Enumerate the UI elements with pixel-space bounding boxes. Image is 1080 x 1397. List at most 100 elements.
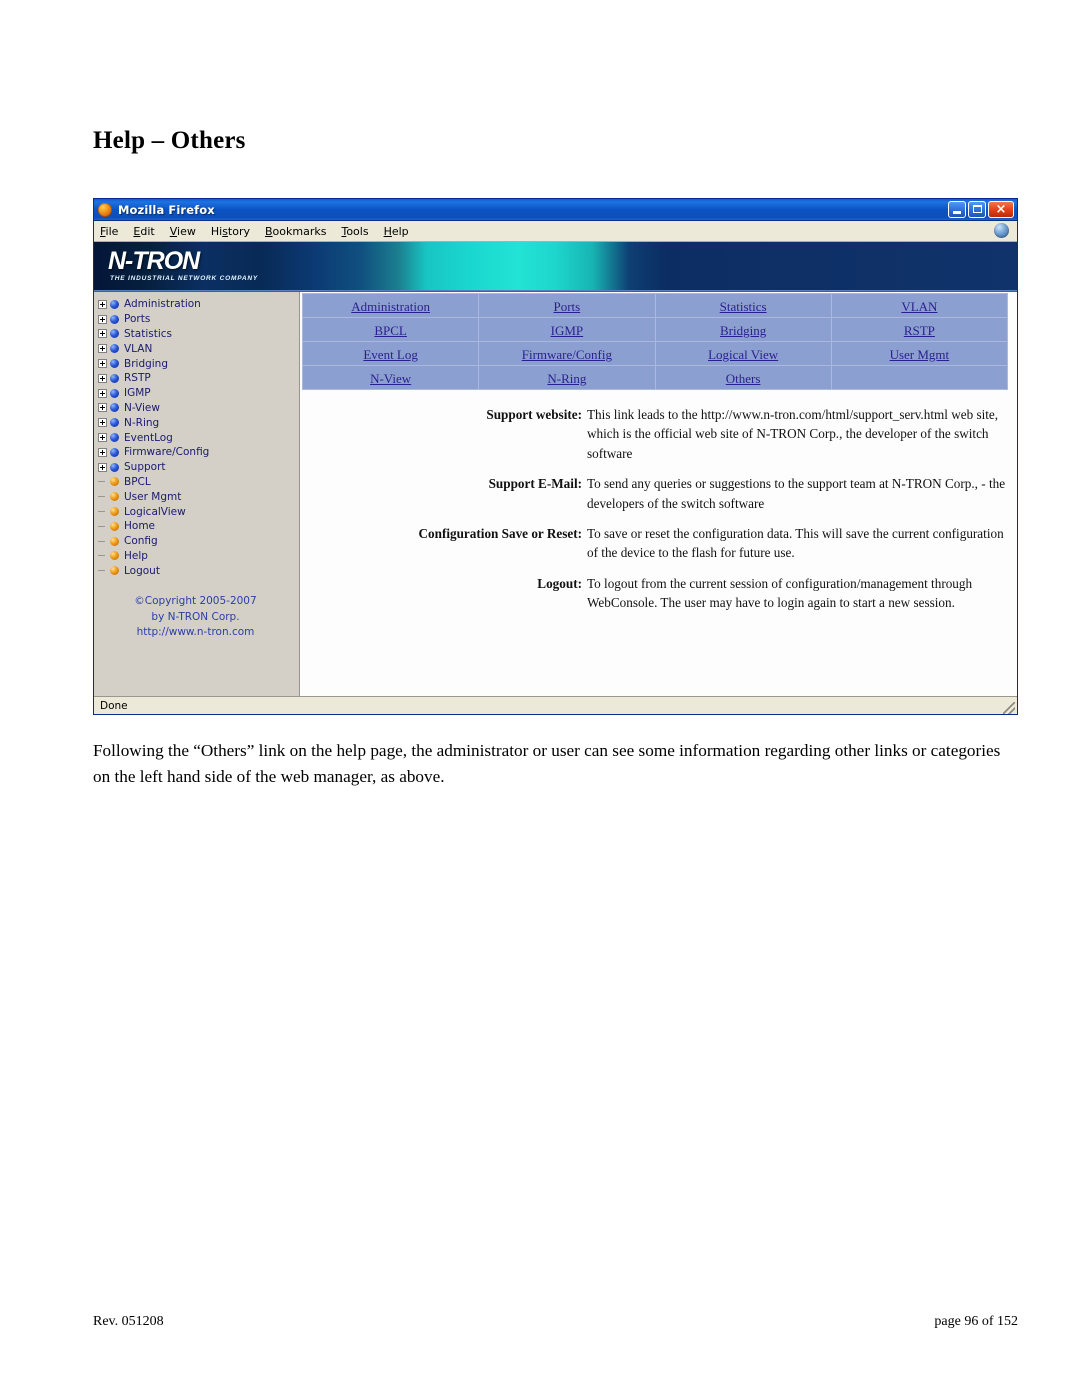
tree-branch-icon xyxy=(98,551,107,560)
sidebar-item-ports[interactable]: Ports xyxy=(98,312,299,327)
sidebar-item-logicalview[interactable]: LogicalView xyxy=(98,504,299,519)
sidebar-item-label: Administration xyxy=(124,298,201,311)
navigation-sidebar: Administration Ports Statistics VLAN Bridgin… xyxy=(94,292,300,696)
link-grid-cell: N-Ring xyxy=(478,365,656,390)
menu-help[interactable]: Help xyxy=(384,225,409,238)
help-link-bridging[interactable]: Bridging xyxy=(720,323,766,338)
sidebar-item-user-mgmt[interactable]: User Mgmt xyxy=(98,489,299,504)
sidebar-item-eventlog[interactable]: EventLog xyxy=(98,430,299,445)
help-link-firmware-config[interactable]: Firmware/Config xyxy=(522,347,612,362)
minimize-icon xyxy=(953,211,961,214)
blue-bullet-icon xyxy=(110,462,119,472)
expand-plus-icon[interactable] xyxy=(98,418,107,428)
link-grid-row: N-View N-Ring Others xyxy=(301,365,1009,390)
sidebar-item-igmp[interactable]: IGMP xyxy=(98,386,299,401)
ntron-banner: N-TRON THE INDUSTRIAL NETWORK COMPANY xyxy=(94,242,1017,291)
help-link-administration[interactable]: Administration xyxy=(351,299,430,314)
globe-icon[interactable] xyxy=(994,223,1009,238)
link-grid-row: BPCL IGMP Bridging RSTP xyxy=(301,317,1009,342)
expand-plus-icon[interactable] xyxy=(98,403,107,413)
sidebar-item-label: User Mgmt xyxy=(124,490,182,503)
help-link-logical-view[interactable]: Logical View xyxy=(708,347,778,362)
sidebar-item-help[interactable]: Help xyxy=(98,549,299,564)
blue-bullet-icon xyxy=(110,344,119,354)
help-link-others[interactable]: Others xyxy=(726,371,761,386)
link-grid-cell: Statistics xyxy=(654,293,832,318)
menu-view[interactable]: View xyxy=(170,225,196,238)
copyright-url[interactable]: http://www.n-tron.com xyxy=(98,625,293,641)
footer-revision: Rev. 051208 xyxy=(93,1314,164,1329)
menu-history[interactable]: History xyxy=(211,225,250,238)
expand-plus-icon[interactable] xyxy=(98,314,107,324)
link-grid-cell: Event Log xyxy=(301,341,480,366)
copyright-line-2: by N-TRON Corp. xyxy=(151,610,240,623)
sidebar-item-bpcl[interactable]: BPCL xyxy=(98,475,299,490)
help-link-event-log[interactable]: Event Log xyxy=(363,347,418,362)
sidebar-item-label: N-View xyxy=(124,401,160,414)
menu-file[interactable]: File xyxy=(100,225,118,238)
expand-plus-icon[interactable] xyxy=(98,388,107,398)
expand-plus-icon[interactable] xyxy=(98,359,107,369)
sidebar-item-home[interactable]: Home xyxy=(98,519,299,534)
maximize-button[interactable] xyxy=(968,201,986,218)
sidebar-item-bridging[interactable]: Bridging xyxy=(98,356,299,371)
sidebar-item-vlan[interactable]: VLAN xyxy=(98,341,299,356)
close-button[interactable]: × xyxy=(988,201,1014,218)
sidebar-item-label: Logout xyxy=(124,564,160,577)
sidebar-item-label: VLAN xyxy=(124,342,153,355)
menu-tools[interactable]: Tools xyxy=(341,225,368,238)
expand-plus-icon[interactable] xyxy=(98,433,107,443)
orange-bullet-icon xyxy=(110,507,119,517)
sidebar-item-administration[interactable]: Administration xyxy=(98,297,299,312)
sidebar-item-n-view[interactable]: N-View xyxy=(98,401,299,416)
sidebar-item-label: Firmware/Config xyxy=(124,446,210,459)
minimize-button[interactable] xyxy=(948,201,966,218)
blue-bullet-icon xyxy=(110,299,119,309)
help-link-n-view[interactable]: N-View xyxy=(370,371,411,386)
sidebar-item-config[interactable]: Config xyxy=(98,534,299,549)
link-grid-cell: BPCL xyxy=(301,317,480,342)
blue-bullet-icon xyxy=(110,433,119,443)
menu-bookmarks[interactable]: Bookmarks xyxy=(265,225,326,238)
menu-bar: File Edit View History Bookmarks Tools H… xyxy=(94,221,1017,242)
sidebar-item-label: Help xyxy=(124,549,148,562)
close-icon: × xyxy=(995,202,1007,217)
sidebar-item-rstp[interactable]: RSTP xyxy=(98,371,299,386)
expand-plus-icon[interactable] xyxy=(98,299,107,309)
help-entry-row: Configuration Save or Reset: To save or r… xyxy=(300,524,1017,574)
help-link-ports[interactable]: Ports xyxy=(554,299,581,314)
sidebar-item-firmware-config[interactable]: Firmware/Config xyxy=(98,445,299,460)
menu-edit[interactable]: Edit xyxy=(133,225,154,238)
blue-bullet-icon xyxy=(110,329,119,339)
blue-bullet-icon xyxy=(110,373,119,383)
sidebar-item-label: IGMP xyxy=(124,387,151,400)
help-link-n-ring[interactable]: N-Ring xyxy=(547,371,586,386)
help-link-igmp[interactable]: IGMP xyxy=(551,323,584,338)
link-grid-row: Event Log Firmware/Config Logical View User… xyxy=(301,341,1009,366)
sidebar-item-statistics[interactable]: Statistics xyxy=(98,327,299,342)
help-link-rstp[interactable]: RSTP xyxy=(904,323,935,338)
blue-bullet-icon xyxy=(110,359,119,369)
firefox-icon xyxy=(98,202,112,217)
help-entry-label: Configuration Save or Reset: xyxy=(418,526,583,542)
blue-bullet-icon xyxy=(110,447,119,457)
sidebar-item-logout[interactable]: Logout xyxy=(98,563,299,578)
tree-branch-icon xyxy=(98,507,107,516)
expand-plus-icon[interactable] xyxy=(98,447,107,457)
expand-plus-icon[interactable] xyxy=(98,329,107,339)
tree-branch-icon xyxy=(98,537,107,546)
link-grid-cell: User Mgmt xyxy=(830,341,1009,366)
help-link-vlan[interactable]: VLAN xyxy=(901,299,937,314)
sidebar-item-n-ring[interactable]: N-Ring xyxy=(98,415,299,430)
expand-plus-icon[interactable] xyxy=(98,462,107,472)
help-link-user-mgmt[interactable]: User Mgmt xyxy=(890,347,950,362)
expand-plus-icon[interactable] xyxy=(98,373,107,383)
expand-plus-icon[interactable] xyxy=(98,344,107,354)
help-link-bpcl[interactable]: BPCL xyxy=(374,323,407,338)
help-link-statistics[interactable]: Statistics xyxy=(720,299,767,314)
resize-grip[interactable] xyxy=(1003,702,1015,714)
sidebar-item-support[interactable]: Support xyxy=(98,460,299,475)
tree-branch-icon xyxy=(98,522,107,531)
content-pane: Administration Ports Statistics VLAN BPCL IGM… xyxy=(300,292,1017,696)
link-grid-row: Administration Ports Statistics VLAN xyxy=(301,293,1009,318)
